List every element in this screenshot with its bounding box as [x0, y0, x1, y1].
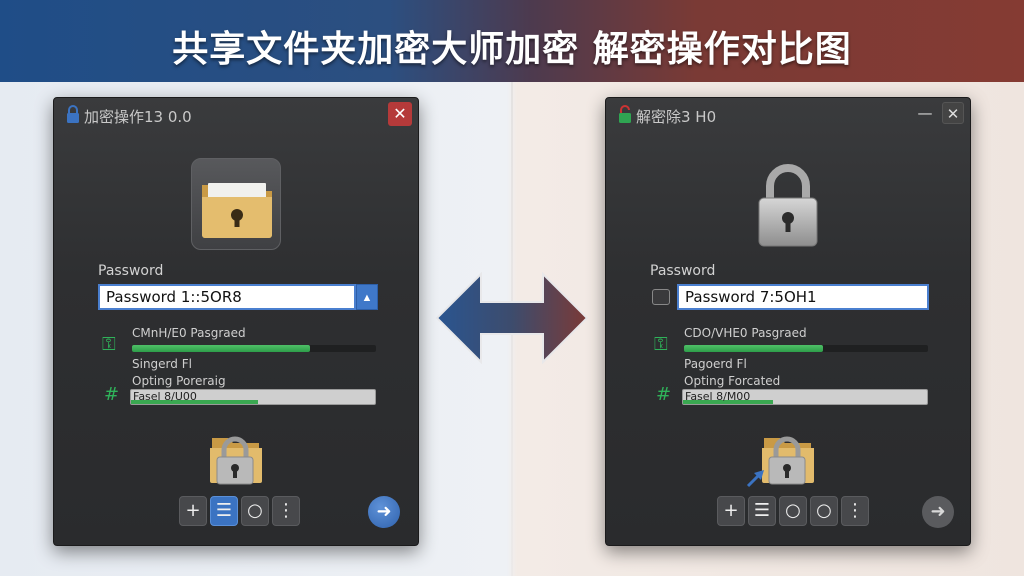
decrypt-window: 解密除3 H0 — ✕ Password ⚿ CDO/VHE0 Pasgraed…	[605, 97, 971, 546]
padlock-icon	[758, 164, 818, 247]
password-input[interactable]	[98, 284, 356, 310]
close-button[interactable]: ✕	[388, 102, 412, 126]
progress-fill-1	[684, 345, 824, 352]
add-button[interactable]: +	[179, 496, 207, 526]
folder-tile	[191, 158, 281, 250]
more-button[interactable]: ⋮	[272, 496, 300, 526]
progress-bar-2: Fasel 8/M00	[682, 389, 928, 405]
circle-button[interactable]: ○	[241, 496, 269, 526]
password-label: Password	[98, 263, 164, 279]
status-text-2: Pagoerd Fl	[684, 357, 747, 371]
folder-lock-icon	[202, 183, 272, 238]
go-button[interactable]: ➜	[368, 496, 400, 528]
status-text-3: Opting Forcated	[684, 374, 781, 388]
password-label: Password	[650, 263, 716, 279]
progress-track-1	[684, 345, 928, 352]
status-text-1: CMnH/E0 Pasgraed	[132, 326, 246, 340]
double-arrow-icon	[435, 272, 589, 364]
keyboard-icon	[652, 289, 670, 305]
page-title: 共享文件夹加密大师加密 解密操作对比图	[172, 29, 852, 70]
folder-padlock-icon	[210, 436, 262, 485]
go-button[interactable]: ➜	[922, 496, 954, 528]
progress-track-1	[132, 345, 376, 352]
hash-icon: #	[656, 384, 672, 405]
list-button[interactable]: ☰	[748, 496, 776, 526]
decrypt-window-title: 解密除3 H0	[636, 108, 717, 126]
progress-text-2: Fasel 8/M00	[685, 390, 751, 403]
password-spin-button[interactable]: ▲	[356, 284, 378, 310]
progress-bar-2: Fasel 8/U00	[130, 389, 376, 405]
status-text-1: CDO/VHE0 Pasgraed	[684, 326, 807, 340]
unlock-icon	[619, 105, 631, 123]
status-text-2: Singerd Fl	[132, 357, 192, 371]
close-button[interactable]: ✕	[942, 102, 964, 124]
circle-button[interactable]: ○	[779, 496, 807, 526]
progress-fill-1	[132, 345, 311, 352]
folder-padlock-arrow-icon	[746, 436, 814, 488]
list-button[interactable]: ☰	[210, 496, 238, 526]
encrypt-titlebar: 加密操作13 0.0 ✕	[54, 98, 418, 130]
encrypt-window-title: 加密操作13 0.0	[84, 108, 192, 126]
minimize-button[interactable]: —	[914, 102, 936, 124]
hash-icon: #	[104, 384, 120, 405]
key-icon: ⚿	[102, 334, 116, 355]
status-text-3: Opting Poreraig	[132, 374, 226, 388]
key-icon: ⚿	[654, 334, 668, 355]
encrypt-window: 加密操作13 0.0 ✕ Password ▲ ⚿ CMnH/E0 Pasgra…	[53, 97, 419, 546]
lock-icon	[67, 105, 79, 123]
progress-text-2: Fasel 8/U00	[133, 390, 197, 403]
more-button[interactable]: ⋮	[841, 496, 869, 526]
add-button[interactable]: +	[717, 496, 745, 526]
password-input[interactable]	[677, 284, 929, 310]
decrypt-titlebar: 解密除3 H0 — ✕	[606, 98, 970, 130]
circle-button-2[interactable]: ○	[810, 496, 838, 526]
